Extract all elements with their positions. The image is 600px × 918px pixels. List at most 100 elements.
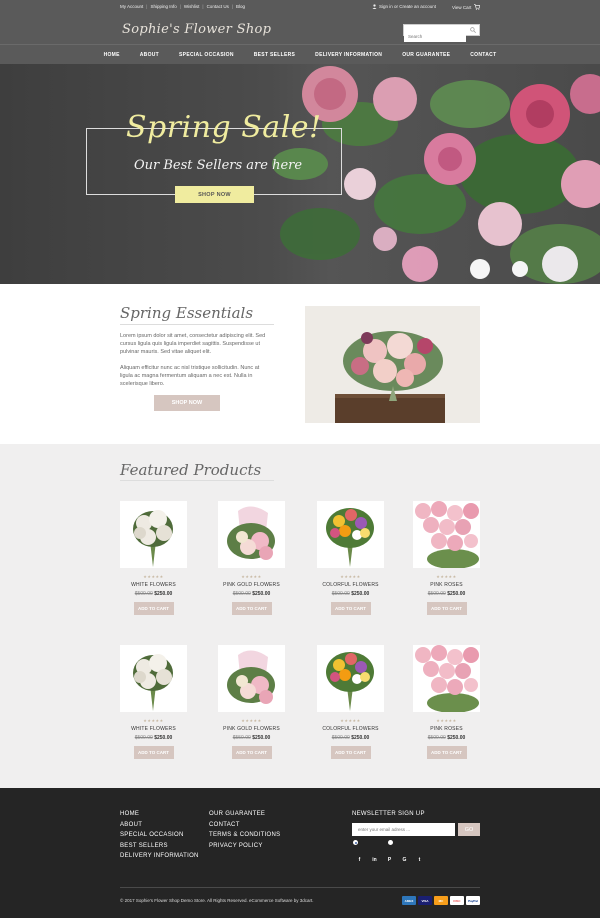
cart-icon	[474, 4, 481, 10]
product-price: $550.00 $250.00	[218, 735, 285, 741]
footer-link-our-guarantee[interactable]: OUR GUARANTEE	[209, 811, 280, 817]
add-to-cart-button[interactable]: ADD TO CART	[231, 746, 272, 759]
product-name[interactable]: COLORFUL FLOWERS	[317, 726, 384, 732]
utility-links: My Account | Shipping Info | Wishlist | Con…	[120, 4, 245, 9]
sale-price: $250.00	[252, 591, 271, 597]
link-shipping-info[interactable]: Shipping Info	[150, 4, 176, 9]
add-to-cart-button[interactable]: ADD TO CART	[133, 746, 174, 759]
nav-home[interactable]: HOME	[94, 52, 130, 58]
product-card[interactable]: ★★★★★ WHITE FLOWERS $500.00 $250.00 ADD TO …	[120, 645, 187, 759]
product-name[interactable]: PINK GOLD FLOWERS	[218, 582, 285, 588]
product-name[interactable]: WHITE FLOWERS	[120, 726, 187, 732]
newsletter-email-input[interactable]	[352, 823, 455, 836]
rating-stars: ★★★★★	[241, 718, 262, 723]
footer-link-terms[interactable]: TERMS & CONDITIONS	[209, 832, 280, 838]
nav-about[interactable]: ABOUT	[130, 52, 169, 58]
account-link-text: Sign in or Create an account	[379, 4, 437, 9]
search-icon[interactable]	[470, 27, 476, 33]
product-price: $500.00 $250.00	[317, 591, 384, 597]
old-price: $550.00	[232, 735, 251, 741]
product-card[interactable]: ★★★★★ PINK ROSES $500.00 $250.00 ADD TO CAR…	[413, 501, 480, 615]
nav-contact[interactable]: CONTACT	[460, 52, 506, 58]
product-image[interactable]	[218, 645, 285, 712]
footer-link-privacy[interactable]: PRIVACY POLICY	[209, 843, 280, 849]
product-card[interactable]: ★★★★★ PINK GOLD FLOWERS $500.00 $250.00 ADD…	[218, 501, 285, 615]
nav-our-guarantee[interactable]: OUR GUARANTEE	[392, 52, 460, 58]
search-input[interactable]	[404, 31, 466, 42]
product-name[interactable]: WHITE FLOWERS	[120, 582, 187, 588]
product-image[interactable]	[413, 501, 480, 568]
product-image[interactable]	[120, 501, 187, 568]
product-price: $500.00 $250.00	[218, 591, 285, 597]
view-cart-link[interactable]: View Cart	[452, 4, 481, 10]
newsletter-subscribe-radio[interactable]	[353, 840, 358, 845]
facebook-icon[interactable]: f	[356, 856, 363, 863]
add-to-cart-button[interactable]: ADD TO CART	[330, 746, 371, 759]
nav-delivery-information[interactable]: DELIVERY INFORMATION	[305, 52, 392, 58]
product-name[interactable]: PINK ROSES	[413, 582, 480, 588]
sale-price: $250.00	[154, 591, 173, 597]
sale-price: $250.00	[351, 735, 370, 741]
section-title: Featured Products	[120, 461, 262, 479]
link-blog[interactable]: Blog	[236, 4, 245, 9]
payment-icons: AMEX VISA MC DISC PayPal	[402, 896, 480, 905]
footer-link-special-occasion[interactable]: SPECIAL OCCASION	[120, 832, 199, 838]
footer-link-best-sellers[interactable]: BEST SELLERS	[120, 843, 199, 849]
footer-links-col-1: HOME ABOUT SPECIAL OCCASION BEST SELLERS…	[120, 811, 199, 859]
product-image[interactable]	[120, 645, 187, 712]
account-link[interactable]: Sign in or Create an account	[372, 4, 436, 9]
nav-best-sellers[interactable]: BEST SELLERS	[244, 52, 305, 58]
separator: |	[179, 4, 181, 9]
add-to-cart-button[interactable]: ADD TO CART	[330, 602, 371, 615]
product-card[interactable]: ★★★★★ COLORFUL FLOWERS $500.00 $250.00 ADD …	[317, 645, 384, 759]
product-image[interactable]	[413, 645, 480, 712]
add-to-cart-button[interactable]: ADD TO CART	[231, 602, 272, 615]
link-wishlist[interactable]: Wishlist	[184, 4, 200, 9]
essentials-shop-now-button[interactable]: SHOP NOW	[154, 395, 220, 411]
add-to-cart-button[interactable]: ADD TO CART	[426, 602, 467, 615]
rating-stars: ★★★★★	[143, 574, 164, 579]
product-card[interactable]: ★★★★★ PINK GOLD FLOWERS $550.00 $250.00 ADD…	[218, 645, 285, 759]
google-plus-icon[interactable]: G	[401, 856, 408, 863]
product-name[interactable]: PINK GOLD FLOWERS	[218, 726, 285, 732]
nav-special-occasion[interactable]: SPECIAL OCCASION	[169, 52, 244, 58]
linkedin-icon[interactable]: in	[371, 856, 378, 863]
footer-link-about[interactable]: ABOUT	[120, 822, 199, 828]
rating-stars: ★★★★★	[241, 574, 262, 579]
newsletter-unsubscribe-radio[interactable]	[388, 840, 393, 845]
site-logo[interactable]: Sophie's Flower Shop	[122, 22, 271, 37]
product-card[interactable]: ★★★★★ WHITE FLOWERS $500.00 $250.00 ADD TO …	[120, 501, 187, 615]
add-to-cart-button[interactable]: ADD TO CART	[426, 746, 467, 759]
social-links: f in P G t	[356, 856, 423, 863]
add-to-cart-button[interactable]: ADD TO CART	[133, 602, 174, 615]
footer-link-delivery-information[interactable]: DELIVERY INFORMATION	[120, 853, 199, 859]
link-my-account[interactable]: My Account	[120, 4, 143, 9]
search-box	[403, 24, 480, 42]
product-image[interactable]	[317, 501, 384, 568]
product-card[interactable]: ★★★★★ COLORFUL FLOWERS $500.00 $250.00 ADD …	[317, 501, 384, 615]
sale-price: $250.00	[252, 735, 271, 741]
title-divider	[120, 324, 274, 325]
product-card[interactable]: ★★★★★ PINK ROSES $500.00 $250.00 ADD TO CAR…	[413, 645, 480, 759]
hero-shop-now-button[interactable]: SHOP NOW	[175, 186, 254, 203]
product-price: $500.00 $250.00	[413, 591, 480, 597]
product-name[interactable]: COLORFUL FLOWERS	[317, 582, 384, 588]
product-name[interactable]: PINK ROSES	[413, 726, 480, 732]
footer-link-home[interactable]: HOME	[120, 811, 199, 817]
newsletter-go-button[interactable]: GO	[458, 823, 480, 836]
visa-icon: VISA	[418, 896, 432, 905]
hero-title: Spring Sale!	[126, 110, 322, 145]
link-contact-us[interactable]: Contact Us	[207, 4, 229, 9]
essentials-paragraph: Aliquam efficitur nunc ac nisl tristique…	[120, 365, 260, 387]
footer-divider	[120, 887, 480, 888]
product-image[interactable]	[317, 645, 384, 712]
twitter-icon[interactable]: t	[416, 856, 423, 863]
pinterest-icon[interactable]: P	[386, 856, 393, 863]
section-title: Spring Essentials	[120, 304, 254, 322]
sale-price: $250.00	[154, 735, 173, 741]
site-header: My Account | Shipping Info | Wishlist | Con…	[0, 0, 600, 64]
product-image[interactable]	[218, 501, 285, 568]
old-price: $500.00	[232, 591, 251, 597]
footer-link-contact[interactable]: CONTACT	[209, 822, 280, 828]
newsletter-title: NEWSLETTER SIGN UP	[352, 811, 425, 817]
